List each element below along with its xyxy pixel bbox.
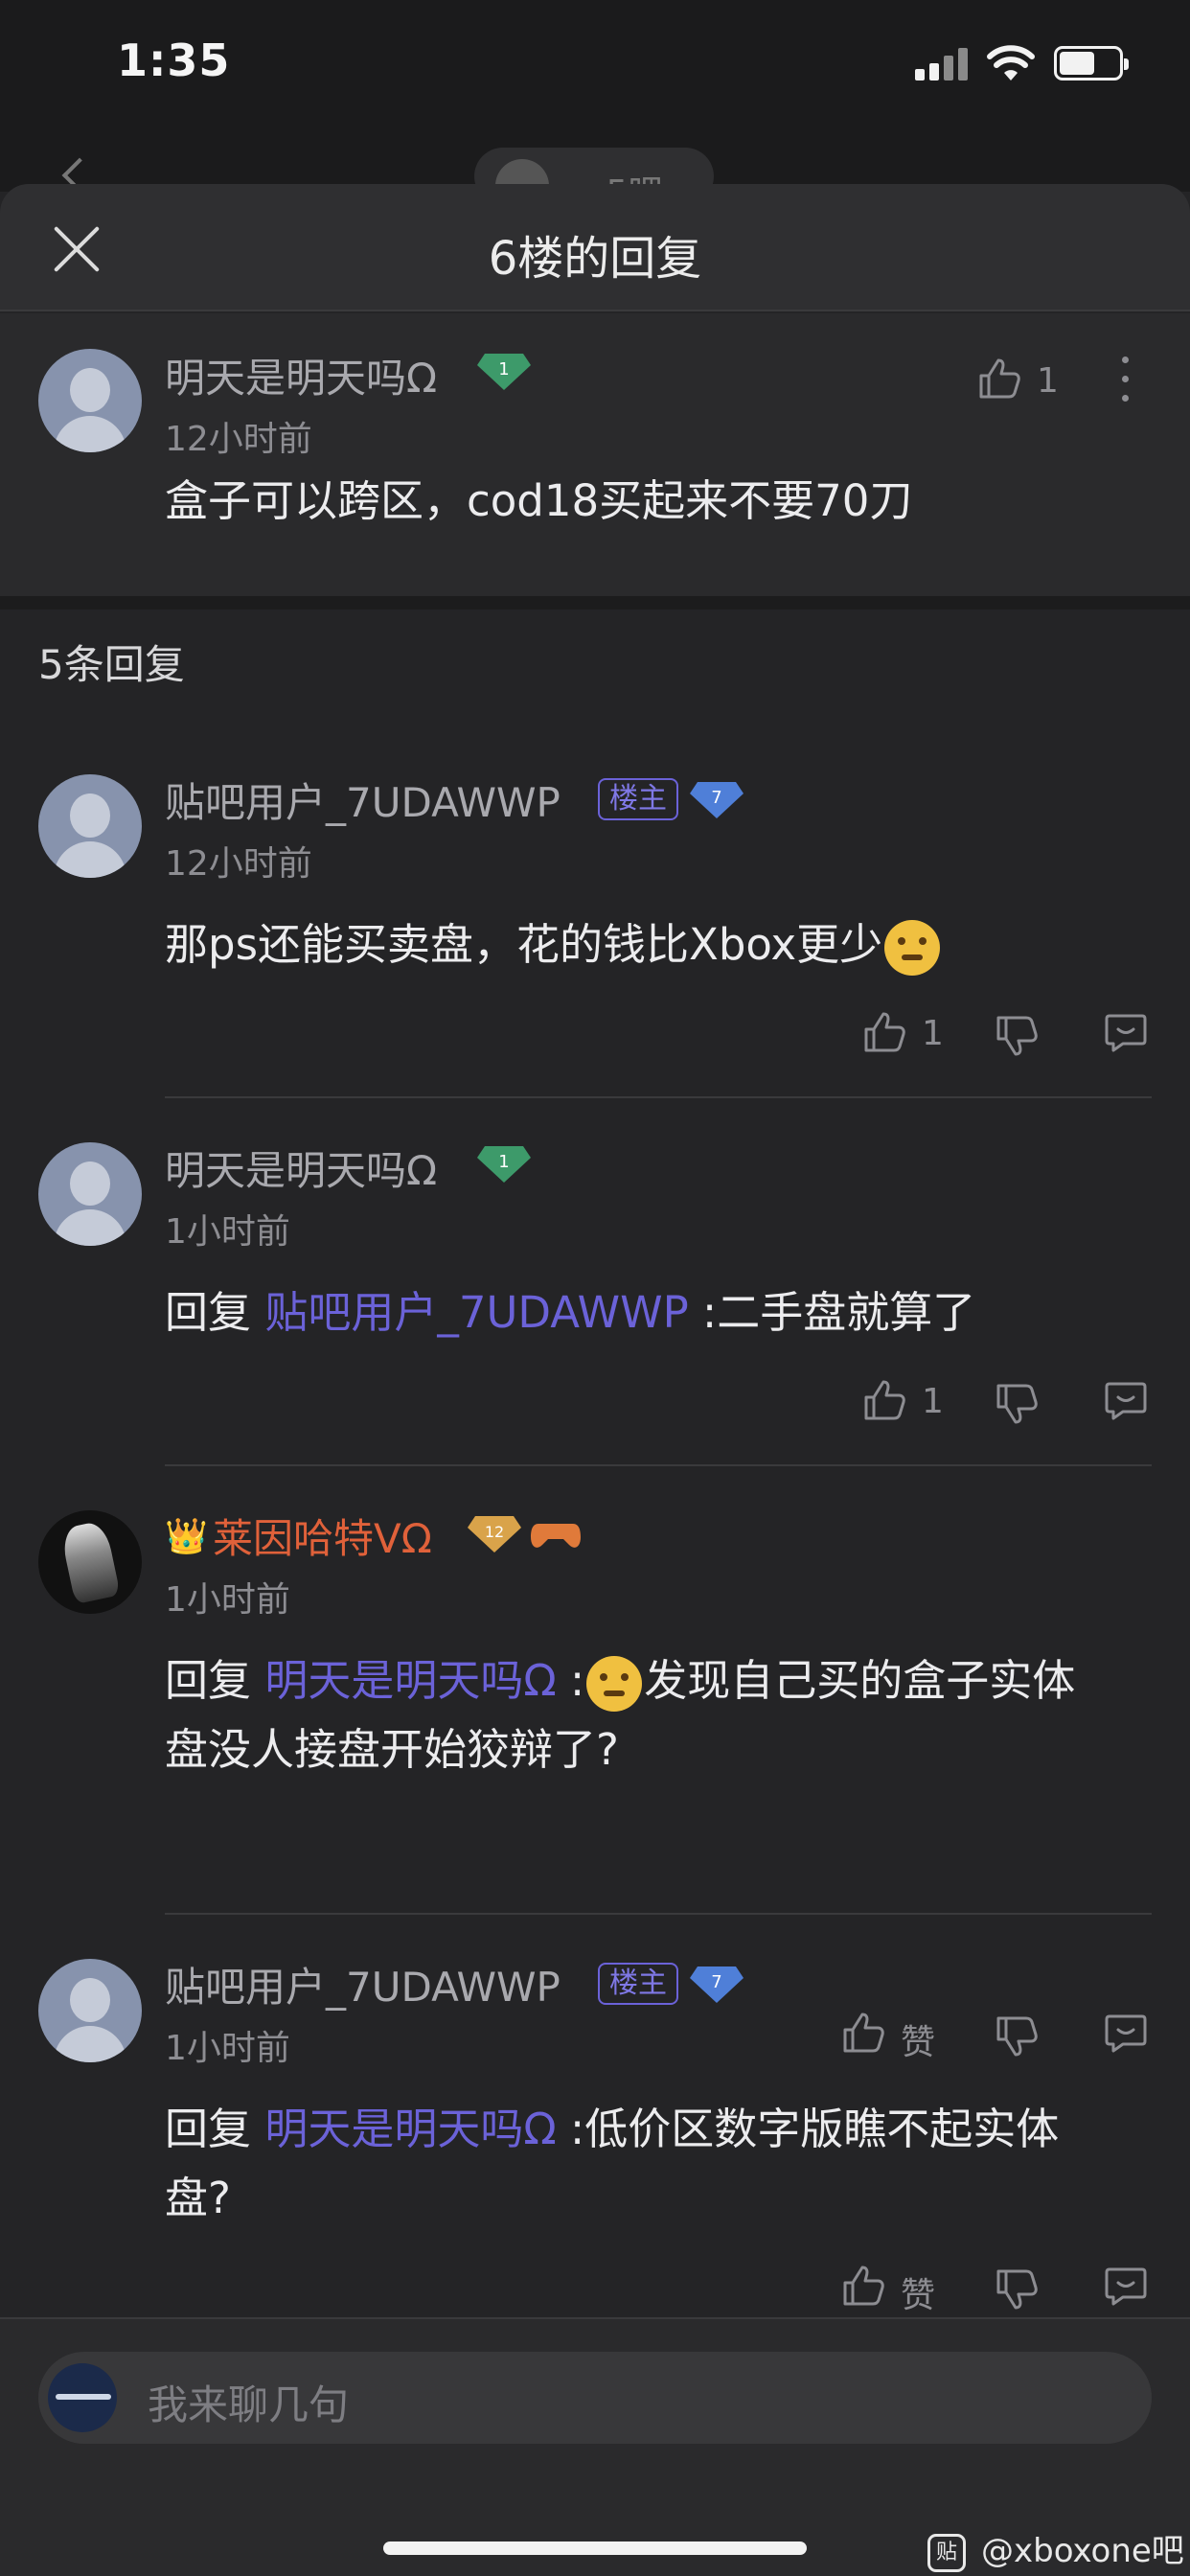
reply-to-link[interactable]: 贴吧用户_7UDAWWP <box>264 1287 688 1338</box>
owner-tag: 楼主 <box>598 1963 678 2005</box>
comment-icon[interactable] <box>1104 2011 1148 2055</box>
like-count: 1 <box>922 1382 944 1421</box>
level-badge-icon: 12 <box>468 1516 521 1552</box>
username[interactable]: 贴吧用户_7UDAWWP <box>165 1955 561 2013</box>
svg-text:7: 7 <box>711 788 721 808</box>
reply-content: 那ps还能买卖盘，花的钱比Xbox更少 <box>165 910 942 979</box>
reply-sheet: 6楼的回复 明天是明天吗Ω 1 12小时前 1 盒子可以跨区，cod18买起来不… <box>0 184 1190 2576</box>
avatar[interactable] <box>38 1510 142 1614</box>
username[interactable]: 莱因哈特VΩ <box>213 1506 432 1565</box>
like-count: 1 <box>922 1014 944 1053</box>
level-badge-icon: 7 <box>690 1966 744 2003</box>
reply-content: 回复 明天是明天吗Ω :低价区数字版瞧不起实体 盘? <box>165 2104 1060 2223</box>
reply-time: 1小时前 <box>165 2029 290 2068</box>
screen: 1:35 ps5吧 6楼的回复 明天是明天吗Ω 1 1 <box>0 0 1190 2576</box>
svg-text:1: 1 <box>498 1152 509 1172</box>
divider <box>0 596 1190 610</box>
username[interactable]: 明天是明天吗Ω <box>165 346 437 404</box>
svg-text:12: 12 <box>485 1523 504 1541</box>
owner-tag: 楼主 <box>598 778 678 820</box>
dislike-icon[interactable] <box>995 2267 1039 2312</box>
divider <box>165 1464 1152 1466</box>
like-label: 赞 <box>901 2276 936 2315</box>
level-badge-icon: 1 <box>477 354 531 390</box>
background-header: ps5吧 <box>0 134 1190 213</box>
cellular-signal-icon <box>915 46 969 80</box>
reply-content: 回复 贴吧用户_7UDAWWP :二手盘就算了 <box>165 1287 976 1338</box>
reply-content: 回复 明天是明天吗Ω : 发现自己买的盒子实体 盘没人接盘开始狡辩了? <box>165 1655 1076 1775</box>
replies-count-title: 5条回复 <box>38 641 185 688</box>
reply-time: 12小时前 <box>165 844 312 884</box>
main-post: 明天是明天吗Ω 1 12小时前 1 盒子可以跨区，cod18买起来不要70刀 <box>0 313 1190 596</box>
avatar[interactable] <box>38 1959 142 2062</box>
dislike-icon[interactable] <box>995 1014 1039 1058</box>
dislike-icon[interactable] <box>995 2014 1039 2058</box>
like-icon[interactable] <box>862 1378 906 1422</box>
level-badge-icon: 1 <box>477 1146 531 1183</box>
like-icon[interactable] <box>841 2011 885 2055</box>
like-icon[interactable] <box>977 356 1021 401</box>
gamepad-icon <box>531 1524 581 1548</box>
like-icon[interactable] <box>862 1010 906 1054</box>
bottom-input-bar: 我来聊几句 贴 @xboxone吧 <box>0 2317 1190 2576</box>
reply-time: 1小时前 <box>165 1580 290 1620</box>
home-indicator <box>383 2542 807 2555</box>
level-badge-icon: 7 <box>690 782 744 818</box>
sweat-emoji-icon <box>884 920 941 976</box>
crown-icon: 👑 <box>165 1517 208 1556</box>
comment-input[interactable]: 我来聊几句 <box>38 2352 1152 2444</box>
tieba-logo-icon: 贴 <box>927 2533 966 2572</box>
more-options-icon[interactable] <box>1119 356 1131 402</box>
comment-icon[interactable] <box>1104 2264 1148 2308</box>
wifi-icon <box>987 45 1035 80</box>
divider <box>165 1096 1152 1098</box>
dislike-icon[interactable] <box>995 1382 1039 1426</box>
post-time: 12小时前 <box>165 420 312 459</box>
comment-icon[interactable] <box>1104 1378 1148 1422</box>
user-avatar <box>48 2363 117 2432</box>
divider <box>165 1913 1152 1915</box>
battery-icon <box>1054 46 1129 80</box>
sheet-title: 6楼的回复 <box>488 232 702 286</box>
watermark: 贴 @xboxone吧 <box>927 2524 1184 2572</box>
svg-text:1: 1 <box>498 359 509 380</box>
laughing-emoji-icon <box>586 1656 643 1712</box>
avatar[interactable] <box>38 1142 142 1246</box>
avatar[interactable] <box>38 349 142 452</box>
reply-to-link[interactable]: 明天是明天吗Ω <box>264 1655 556 1706</box>
reply-to-link[interactable]: 明天是明天吗Ω <box>264 2104 556 2154</box>
like-icon[interactable] <box>841 2264 885 2308</box>
comment-icon[interactable] <box>1104 1010 1148 1054</box>
svg-text:7: 7 <box>711 1972 721 1992</box>
reply-time: 1小时前 <box>165 1212 290 1252</box>
like-label: 赞 <box>901 2023 936 2062</box>
avatar[interactable] <box>38 774 142 878</box>
comment-placeholder: 我来聊几句 <box>148 2381 350 2428</box>
like-count: 1 <box>1037 361 1059 401</box>
status-bar: 1:35 <box>0 0 1190 134</box>
sheet-header: 6楼的回复 <box>0 184 1190 311</box>
status-time: 1:35 <box>117 34 231 86</box>
post-content: 盒子可以跨区，cod18买起来不要70刀 <box>165 475 913 526</box>
username[interactable]: 贴吧用户_7UDAWWP <box>165 770 561 829</box>
username[interactable]: 明天是明天吗Ω <box>165 1138 437 1197</box>
